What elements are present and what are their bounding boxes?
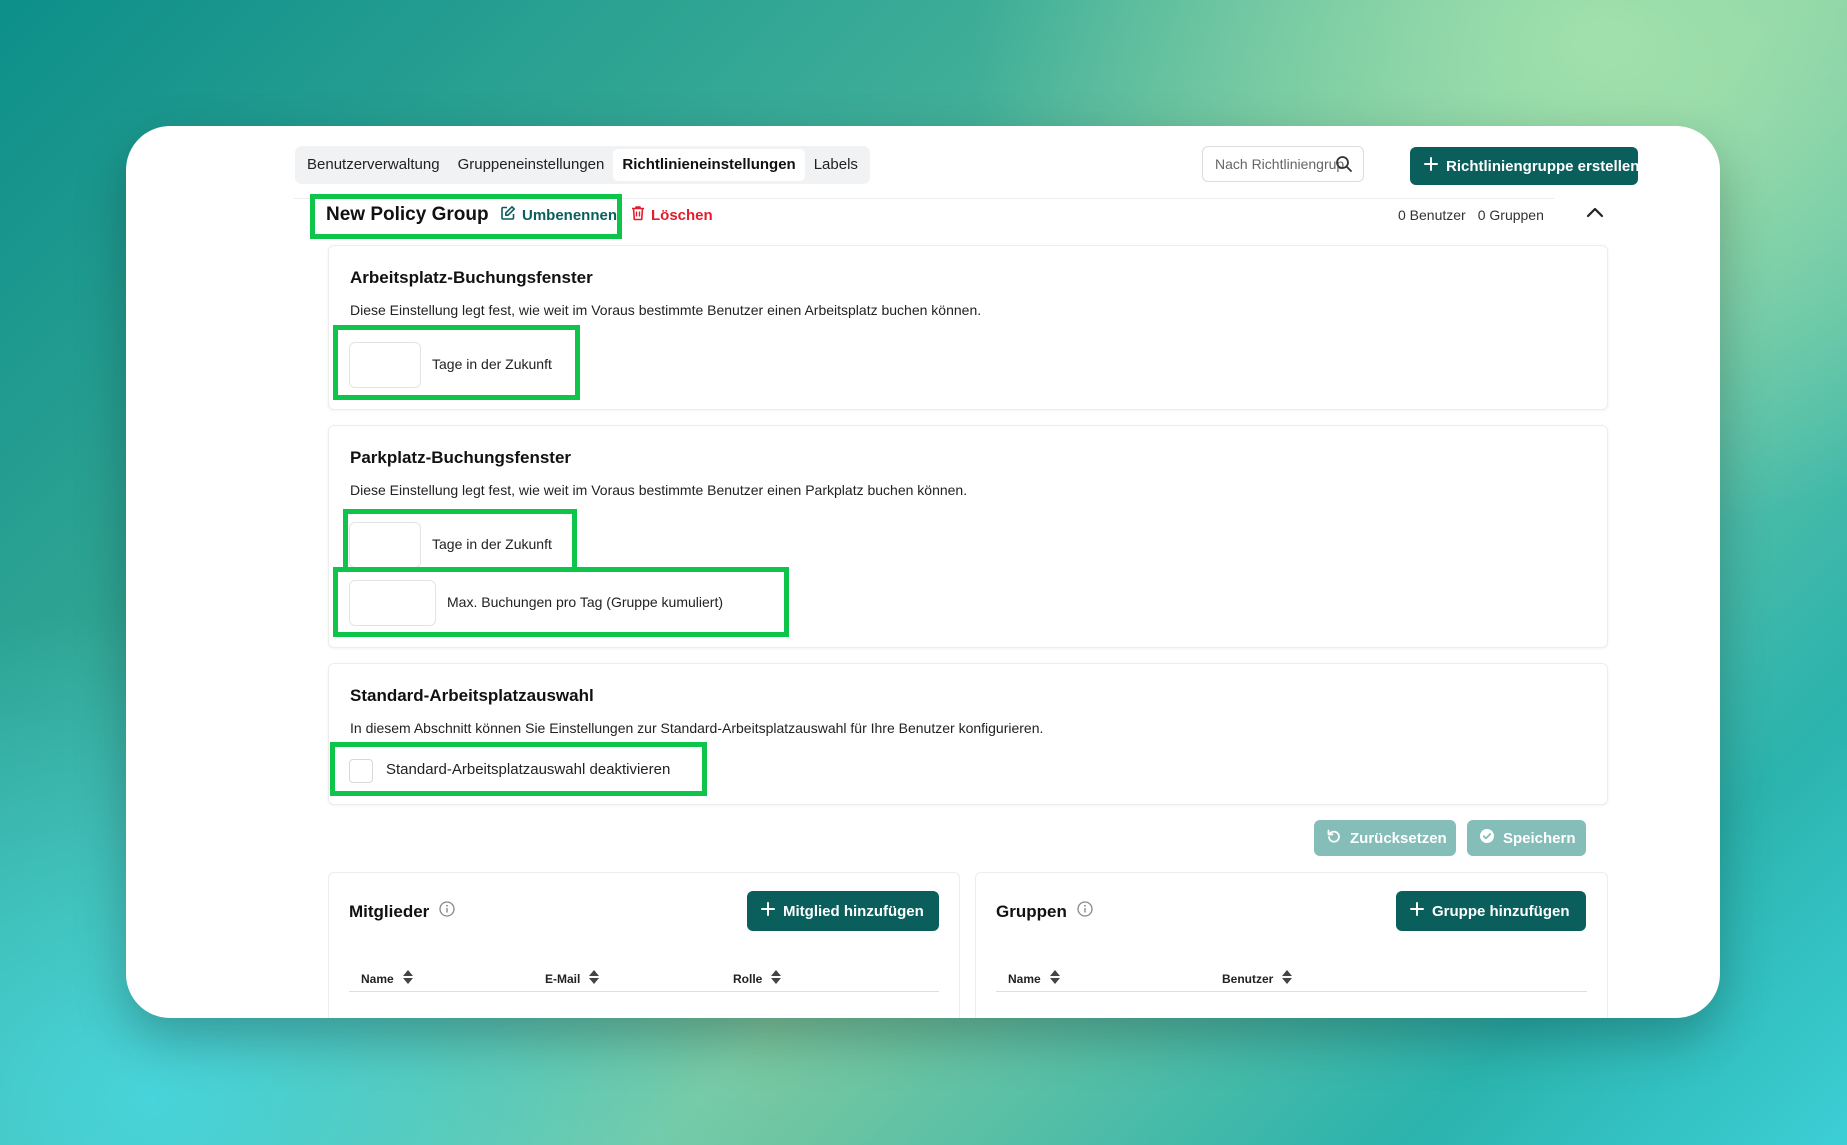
workplace-days-label: Tage in der Zukunft: [432, 356, 552, 372]
workplace-days-input[interactable]: [349, 342, 421, 388]
rename-label: Umbenennen: [522, 206, 618, 224]
parking-booking-window-card: Parkplatz-Buchungsfenster Diese Einstell…: [328, 425, 1608, 648]
groups-count: 0 Gruppen: [1477, 207, 1544, 223]
column-name-label: Name: [1008, 971, 1041, 986]
workplace-booking-window-card: Arbeitsplatz-Buchungsfenster Diese Einst…: [328, 245, 1608, 410]
members-title: Mitglieder: [349, 901, 430, 921]
column-name[interactable]: Name: [361, 969, 414, 988]
sort-icon: [1281, 969, 1293, 988]
delete-button[interactable]: Löschen: [631, 202, 713, 228]
column-email-label: E-Mail: [545, 971, 581, 986]
info-icon[interactable]: [439, 901, 455, 922]
parking-booking-description: Diese Einstellung legt fest, wie weit im…: [350, 482, 968, 498]
reset-label: Zurücksetzen: [1350, 829, 1447, 847]
info-icon[interactable]: [1077, 901, 1093, 922]
search-input[interactable]: [1213, 155, 1347, 173]
create-policy-group-button[interactable]: Richtliniengruppe erstellen: [1410, 147, 1640, 185]
groups-panel: Gruppen Gruppe hinzufügen Name Benutzer: [975, 872, 1608, 1018]
column-role[interactable]: Rolle: [733, 969, 782, 988]
parking-days-input[interactable]: [349, 522, 421, 568]
groups-title: Gruppen: [996, 901, 1067, 921]
sort-icon: [588, 969, 600, 988]
delete-label: Löschen: [651, 206, 713, 224]
parking-booking-title: Parkplatz-Buchungsfenster: [350, 448, 572, 467]
tab-policy-settings[interactable]: Richtlinieneinstellungen: [613, 149, 805, 181]
search-icon[interactable]: [1335, 155, 1353, 178]
table-header-divider: [996, 991, 1587, 992]
group-stats: 0 Benutzer 0 Gruppen: [1398, 204, 1544, 226]
add-member-button[interactable]: Mitglied hinzufügen: [747, 891, 939, 931]
header-divider: [294, 198, 1554, 199]
groups-heading: Gruppen: [996, 901, 1093, 922]
members-heading: Mitglieder: [349, 901, 455, 922]
plus-icon: [761, 902, 775, 920]
column-users-label: Benutzer: [1222, 971, 1274, 986]
tab-user-management[interactable]: Benutzerverwaltung: [298, 149, 449, 181]
users-count: 0 Benutzer: [1398, 207, 1466, 223]
column-users[interactable]: Benutzer: [1222, 969, 1293, 988]
sort-icon: [770, 969, 782, 988]
workplace-booking-description: Diese Einstellung legt fest, wie weit im…: [350, 302, 982, 318]
default-workplace-description: In diesem Abschnitt können Sie Einstellu…: [350, 720, 1044, 736]
rename-button[interactable]: Umbenennen: [500, 202, 617, 228]
default-workplace-card: Standard-Arbeitsplatzauswahl In diesem A…: [328, 663, 1608, 805]
add-group-button[interactable]: Gruppe hinzufügen: [1396, 891, 1586, 931]
undo-icon: [1326, 828, 1342, 848]
parking-days-label: Tage in der Zukunft: [432, 536, 552, 552]
save-label: Speichern: [1503, 829, 1576, 847]
reset-button[interactable]: Zurücksetzen: [1314, 820, 1456, 856]
save-button[interactable]: Speichern: [1467, 820, 1586, 856]
app-window: Benutzerverwaltung Gruppeneinstellungen …: [126, 126, 1720, 1018]
column-name-label: Name: [361, 971, 394, 986]
collapse-chevron-up-icon[interactable]: [1582, 200, 1608, 226]
disable-default-workplace-label: Standard-Arbeitsplatzauswahl deaktiviere…: [386, 761, 671, 778]
default-workplace-title: Standard-Arbeitsplatzauswahl: [350, 686, 594, 705]
plus-icon: [1410, 902, 1424, 920]
column-name[interactable]: Name: [1008, 969, 1061, 988]
trash-icon: [631, 205, 645, 225]
edit-icon: [500, 205, 516, 225]
tab-labels[interactable]: Labels: [805, 149, 867, 181]
disable-default-workplace-checkbox[interactable]: [349, 759, 373, 783]
workplace-booking-title: Arbeitsplatz-Buchungsfenster: [350, 268, 593, 287]
settings-tabs: Benutzerverwaltung Gruppeneinstellungen …: [295, 146, 870, 184]
members-panel: Mitglieder Mitglied hinzufügen Name E-Ma…: [328, 872, 960, 1018]
parking-max-bookings-input[interactable]: [349, 580, 436, 626]
column-role-label: Rolle: [733, 971, 763, 986]
create-button-label: Richtliniengruppe erstellen: [1446, 157, 1640, 175]
add-group-label: Gruppe hinzufügen: [1432, 902, 1570, 920]
plus-icon: [1424, 157, 1438, 175]
policy-group-search: [1202, 146, 1364, 182]
sort-icon: [402, 969, 414, 988]
column-email[interactable]: E-Mail: [545, 969, 600, 988]
policy-group-title: New Policy Group: [326, 204, 489, 225]
parking-max-bookings-label: Max. Buchungen pro Tag (Gruppe kumuliert…: [447, 594, 723, 610]
table-header-divider: [349, 991, 939, 992]
tab-group-settings[interactable]: Gruppeneinstellungen: [449, 149, 614, 181]
check-circle-icon: [1479, 828, 1495, 848]
add-member-label: Mitglied hinzufügen: [783, 902, 924, 920]
sort-icon: [1049, 969, 1061, 988]
